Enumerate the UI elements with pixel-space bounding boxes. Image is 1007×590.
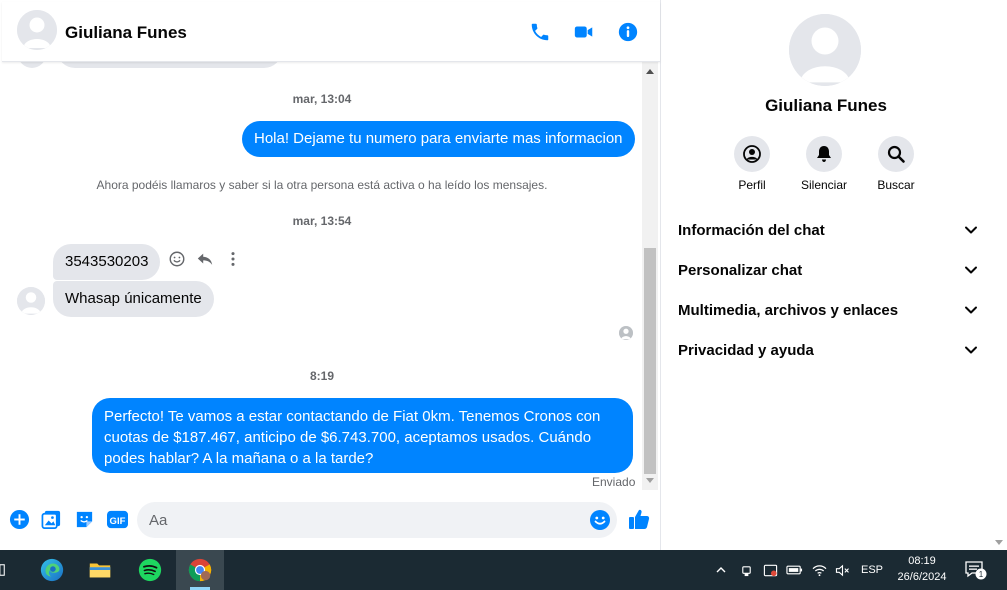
profile-avatar[interactable]	[789, 14, 861, 86]
chevron-down-icon	[963, 302, 979, 318]
info-icon[interactable]	[616, 20, 640, 44]
scroll-thumb[interactable]	[644, 248, 656, 474]
chevron-down-icon	[963, 222, 979, 238]
message-input[interactable]	[149, 502, 579, 538]
chevron-down-icon	[963, 342, 979, 358]
reply-icon[interactable]	[196, 250, 214, 268]
mute-action[interactable]: Silenciar	[789, 136, 859, 192]
timestamp: mar, 13:04	[292, 92, 352, 106]
sender-avatar[interactable]	[17, 287, 45, 315]
chat-scrollbar[interactable]	[642, 62, 658, 490]
volume-muted-icon[interactable]	[832, 560, 852, 580]
gif-icon[interactable]: GIF	[105, 508, 129, 530]
spotify-icon[interactable]	[126, 550, 174, 590]
wifi-icon[interactable]	[810, 560, 828, 580]
section-media-files-links[interactable]: Multimedia, archivos y enlaces	[669, 290, 979, 330]
notification-center-icon[interactable]: 1	[962, 560, 990, 580]
system-notice: Ahora podéis llamaros y saber si la otra…	[96, 178, 548, 192]
battery-icon[interactable]	[784, 560, 804, 580]
chat-header: Giuliana Funes	[2, 2, 660, 62]
usb-device-icon[interactable]	[737, 560, 755, 580]
outgoing-message[interactable]: Hola! Dejame tu numero para enviarte mas…	[242, 121, 635, 157]
bell-icon[interactable]	[806, 136, 842, 172]
clock-date: 26/6/2024	[897, 571, 947, 583]
more-options-icon[interactable]	[224, 250, 242, 268]
video-call-icon[interactable]	[572, 20, 596, 44]
scroll-down-arrow[interactable]	[995, 540, 1003, 545]
edge-browser-icon[interactable]	[28, 550, 76, 590]
profile-icon[interactable]	[734, 136, 770, 172]
section-label: Información del chat	[678, 222, 825, 239]
emoji-icon[interactable]	[589, 509, 611, 531]
sticker-icon[interactable]	[73, 508, 95, 530]
message-list[interactable]: mar, 13:04 Hola! Dejame tu numero para e…	[2, 62, 642, 492]
task-view-icon[interactable]	[0, 550, 14, 590]
outgoing-message[interactable]: Perfecto! Te vamos a estar contactando d…	[92, 398, 633, 473]
system-clock[interactable]: 08:19 26/6/2024	[888, 553, 956, 585]
message-actions	[168, 250, 242, 268]
notification-count: 1	[979, 570, 984, 579]
profile-action[interactable]: Perfil	[717, 136, 787, 192]
contact-name[interactable]: Giuliana Funes	[65, 23, 187, 43]
image-icon[interactable]	[40, 508, 62, 530]
partial-avatar	[18, 62, 46, 68]
seen-receipt-avatar	[619, 326, 633, 340]
windows-taskbar: ESP 08:19 26/6/2024 1	[0, 550, 1007, 590]
info-panel-scrollbar[interactable]	[991, 0, 1007, 550]
chrome-browser-icon[interactable]	[176, 550, 224, 590]
incoming-message[interactable]: Whasap únicamente	[53, 281, 214, 317]
input-language[interactable]: ESP	[858, 560, 886, 580]
message-input-wrapper	[137, 502, 617, 538]
section-label: Privacidad y ayuda	[678, 342, 814, 359]
security-center-icon[interactable]	[760, 560, 780, 580]
profile-name: Giuliana Funes	[765, 96, 887, 115]
react-icon[interactable]	[168, 250, 186, 268]
message-status: Enviado	[592, 475, 636, 489]
search-action[interactable]: Buscar	[861, 136, 931, 192]
plus-icon[interactable]	[8, 508, 30, 530]
scroll-up-arrow[interactable]	[646, 69, 654, 74]
composer: GIF	[2, 498, 660, 546]
like-icon[interactable]	[626, 506, 652, 532]
conversation-info-panel: Giuliana Funes Perfil Silenciar Buscar I…	[661, 0, 1007, 550]
chevron-down-icon	[963, 262, 979, 278]
section-label: Multimedia, archivos y enlaces	[678, 302, 899, 319]
file-explorer-icon[interactable]	[76, 550, 124, 590]
contact-avatar[interactable]	[17, 10, 57, 50]
timestamp: 8:19	[309, 369, 335, 383]
messenger-window: Giuliana Funes mar, 13:04 Hola! Dejame t…	[0, 0, 1007, 550]
clock-time: 08:19	[908, 555, 936, 567]
scroll-down-arrow[interactable]	[646, 478, 654, 483]
gif-icon-label: GIF	[109, 515, 125, 526]
partial-message-bubble	[57, 62, 282, 68]
profile-action-label: Perfil	[738, 178, 766, 192]
timestamp: mar, 13:54	[292, 214, 352, 228]
mute-action-label: Silenciar	[800, 178, 848, 192]
section-chat-info[interactable]: Información del chat	[669, 210, 979, 250]
search-icon[interactable]	[878, 136, 914, 172]
section-privacy-help[interactable]: Privacidad y ayuda	[669, 330, 979, 370]
search-action-label: Buscar	[877, 178, 915, 192]
chat-panel: Giuliana Funes mar, 13:04 Hola! Dejame t…	[2, 2, 660, 548]
section-label: Personalizar chat	[678, 262, 803, 279]
incoming-message[interactable]: 3543530203	[53, 244, 161, 280]
phone-icon[interactable]	[528, 20, 552, 44]
show-hidden-icons-chevron-icon[interactable]	[712, 560, 730, 580]
section-customize-chat[interactable]: Personalizar chat	[669, 250, 979, 290]
